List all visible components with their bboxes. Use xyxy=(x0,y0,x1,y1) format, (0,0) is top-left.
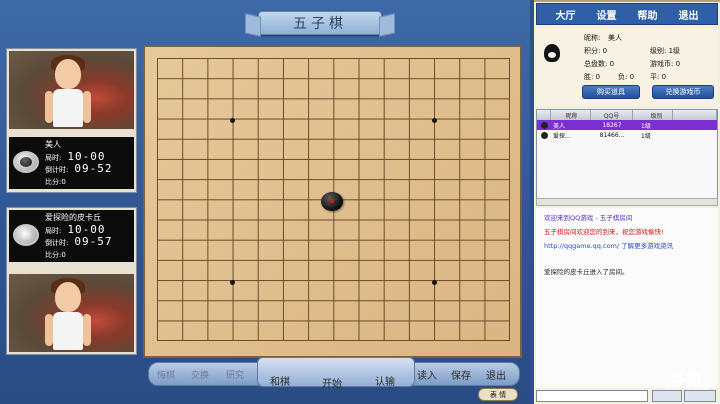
list-header: 昵称 QQ号 级别 xyxy=(537,110,717,120)
menu-help[interactable]: 帮助 xyxy=(638,7,658,22)
undo-button[interactable]: 悔棋 xyxy=(153,364,179,384)
star-point xyxy=(230,118,235,123)
header-nickname[interactable]: 昵称 xyxy=(551,110,591,120)
star-point xyxy=(432,280,437,285)
save-button[interactable]: 保存 xyxy=(446,364,476,384)
score-value: 0 xyxy=(61,251,66,259)
nickname-label: 昵称: xyxy=(584,34,601,42)
emoticon-button[interactable]: 表 情 xyxy=(478,388,518,401)
menu-bar: 大厅 设置 帮助 退出 xyxy=(536,3,718,25)
score-value: 0 xyxy=(61,178,66,186)
wins: 胜: 0 xyxy=(584,73,601,81)
countdown-label: 倒计时: xyxy=(45,239,69,247)
white-stone-icon xyxy=(13,224,39,246)
chat-input[interactable] xyxy=(536,390,648,402)
player-info: 美人 局时: 10-00 倒计时: 09-52 比分:0 xyxy=(9,137,134,189)
list-item[interactable]: 美人 18267 1级 xyxy=(537,120,717,130)
load-button[interactable]: 读入 xyxy=(412,364,442,384)
swap-button[interactable]: 交换 xyxy=(187,364,213,384)
menu-settings[interactable]: 设置 xyxy=(597,7,617,22)
player-avatar xyxy=(9,51,134,129)
header-qq[interactable]: QQ号 xyxy=(591,110,633,120)
list-scrollbar[interactable] xyxy=(536,198,718,206)
draw-button[interactable]: 和棋 xyxy=(264,370,296,390)
time-label: 局时: xyxy=(45,154,62,162)
buy-items-button[interactable]: 购买道具 xyxy=(582,85,640,99)
player-icon xyxy=(541,131,548,139)
player-name: 美人 xyxy=(45,140,61,149)
total-games: 总盘数: 0 xyxy=(584,60,615,68)
resign-button[interactable]: 认输 xyxy=(368,370,402,390)
black-stone-icon xyxy=(13,151,39,173)
time-label: 局时: xyxy=(45,227,62,235)
coins: 游戏币: 0 xyxy=(650,60,681,68)
losses: 负: 0 xyxy=(618,73,635,81)
score-label: 比分: xyxy=(45,251,62,259)
exchange-coins-button[interactable]: 兑换游戏币 xyxy=(652,85,714,99)
chat-message: 爱探险的皮卡丘进入了房间。 xyxy=(544,268,629,276)
game-area: 五子棋 美人 局时: 10-00 倒计时: 09-52 比分:0 爱探险的皮卡丘 局… xyxy=(0,0,530,404)
exit-button[interactable]: 退出 xyxy=(480,364,512,384)
player-avatar xyxy=(9,274,134,352)
level: 级别: 1级 xyxy=(650,47,681,55)
start-button[interactable]: 开始 xyxy=(314,372,350,392)
nickname: 美人 xyxy=(608,34,622,42)
douyu-watermark: 斗鱼 DOUYU.COM xyxy=(666,369,710,393)
header-level[interactable]: 级别 xyxy=(633,110,673,120)
draws: 平: 0 xyxy=(650,73,667,81)
study-button[interactable]: 研究 xyxy=(221,364,249,384)
countdown-time: 09-57 xyxy=(74,235,113,248)
star-point xyxy=(432,118,437,123)
player-panel-top: 美人 局时: 10-00 倒计时: 09-52 比分:0 xyxy=(6,48,137,193)
player-info: 爱探险的皮卡丘 局时: 10-00 倒计时: 09-57 比分:0 xyxy=(9,210,134,262)
game-title: 五子棋 xyxy=(258,11,382,35)
countdown-time: 09-52 xyxy=(74,162,113,175)
countdown-label: 倒计时: xyxy=(45,166,69,174)
menu-exit[interactable]: 退出 xyxy=(679,7,699,22)
black-stone-last-move xyxy=(321,192,343,211)
player-name: 爱探险的皮卡丘 xyxy=(45,213,101,222)
chat-message: http://qqgame.qq.com/ 了解更多游戏资讯 xyxy=(544,242,674,250)
player-list: 昵称 QQ号 级别 美人 18267 1级 爱探... 81466... 1级 xyxy=(536,109,718,199)
chat-message: 五子棋房间欢迎您的到来，祝您游戏愉快! xyxy=(544,228,664,236)
list-item[interactable]: 爱探... 81466... 1级 xyxy=(537,130,717,140)
chat-area: 欢迎来到QQ游戏 - 五子棋房间 五子棋房间欢迎您的到来，祝您游戏愉快! htt… xyxy=(536,208,718,388)
user-card: 昵称: 美人 积分: 0 级别: 1级 总盘数: 0 游戏币: 0 胜: 0 负… xyxy=(536,28,718,106)
star-point xyxy=(230,280,235,285)
sidebar: 大厅 设置 帮助 退出 昵称: 美人 积分: 0 级别: 1级 总盘数: 0 游… xyxy=(534,0,720,404)
qq-penguin-icon xyxy=(544,44,560,62)
player-panel-bottom: 爱探险的皮卡丘 局时: 10-00 倒计时: 09-57 比分:0 xyxy=(6,207,137,355)
score-label: 比分: xyxy=(45,178,62,186)
player-icon xyxy=(541,121,548,129)
chat-message: 欢迎来到QQ游戏 - 五子棋房间 xyxy=(544,214,633,222)
menu-lobby[interactable]: 大厅 xyxy=(556,7,576,22)
points: 积分: 0 xyxy=(584,47,608,55)
